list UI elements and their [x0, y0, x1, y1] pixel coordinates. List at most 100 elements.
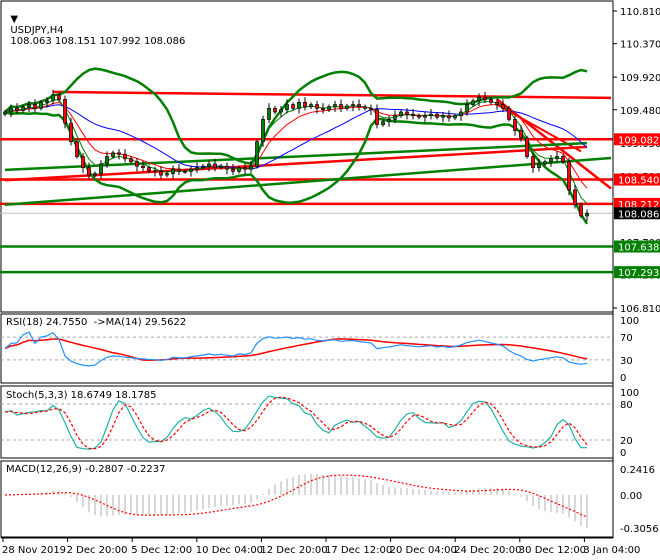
candle-body — [81, 156, 85, 169]
candle-body — [507, 107, 511, 120]
candle-body — [495, 101, 499, 105]
candle-body — [519, 130, 523, 139]
candle-body — [441, 115, 445, 118]
rsi-label: RSI(18) 24.7550 ->MA(14) 29.5622 — [6, 317, 187, 328]
candle-body — [237, 167, 241, 172]
candle-body — [39, 101, 43, 109]
candle-body — [579, 204, 583, 217]
stoch-axis-label: 0 — [620, 448, 626, 459]
rsi-axis-label: 30 — [620, 356, 633, 367]
candle-body — [117, 152, 121, 155]
rsi-axis-label: 70 — [620, 333, 633, 344]
candle-body — [45, 100, 49, 103]
candle-body — [363, 106, 367, 109]
level-badge: 107.293 — [618, 268, 659, 279]
candle-body — [105, 156, 109, 165]
price-tick-label: 110.370 — [620, 40, 660, 51]
time-label: 28 Nov 2019 — [2, 545, 66, 556]
candle-body — [555, 156, 559, 160]
candle-body — [279, 109, 283, 113]
candle-body — [333, 104, 337, 108]
candle-body — [111, 152, 115, 157]
candle-body — [351, 104, 355, 107]
level-badge: 109.082 — [618, 135, 659, 146]
candle-body — [207, 163, 211, 167]
candle-body — [129, 158, 133, 163]
current-price-badge: 108.086 — [618, 209, 659, 220]
time-label: 5 Dec 12:00 — [131, 545, 192, 556]
candle-body — [87, 167, 91, 176]
candle-body — [177, 168, 181, 172]
macd-axis-label: 0.00 — [620, 491, 642, 502]
candle-body — [549, 158, 553, 163]
candle-body — [357, 104, 361, 108]
candle-body — [3, 111, 7, 115]
candle-body — [51, 94, 55, 102]
candle-body — [249, 165, 253, 170]
candle-body — [165, 173, 169, 176]
rsi-axis-label: 0 — [620, 373, 626, 384]
candle-body — [387, 119, 391, 122]
price-tick-label: 109.480 — [620, 106, 660, 117]
candle-body — [183, 171, 187, 173]
symbol-label: USDJPY,H4 — [10, 25, 64, 36]
macd-axis-label: -0.3056 — [620, 524, 659, 535]
candle-body — [471, 100, 475, 105]
candle-body — [459, 111, 463, 117]
candle-body — [567, 161, 571, 191]
time-label: 24 Dec 20:00 — [454, 545, 521, 556]
candle-body — [573, 189, 577, 206]
time-label: 30 Dec 12:00 — [519, 545, 586, 556]
candle-body — [429, 113, 433, 117]
candle-body — [153, 170, 157, 172]
candle-body — [411, 113, 415, 117]
candle-body — [375, 109, 379, 125]
candle-body — [531, 156, 535, 169]
candle-body — [63, 99, 67, 124]
candle-body — [141, 165, 145, 169]
candle-body — [159, 171, 163, 176]
candle-body — [195, 167, 199, 170]
candle-body — [123, 153, 127, 160]
macd-label: MACD(12,26,9) -0.2807 -0.2237 — [6, 464, 166, 475]
candle-body — [15, 107, 19, 111]
candle-body — [69, 122, 73, 143]
candle-body — [369, 107, 373, 111]
candle-body — [447, 115, 451, 119]
candle-body — [219, 165, 223, 169]
candle-body — [171, 168, 175, 174]
candle-body — [255, 141, 259, 167]
candle-body — [513, 119, 517, 131]
candle-body — [537, 163, 541, 169]
candle-body — [483, 96, 487, 100]
candle-body — [27, 104, 31, 108]
candle-body — [201, 165, 205, 169]
candle-body — [291, 104, 295, 109]
candle-body — [99, 163, 103, 174]
candle-body — [453, 115, 457, 119]
candle-body — [405, 111, 409, 115]
candle-body — [189, 168, 193, 172]
candle-body — [267, 107, 271, 120]
candle-body — [327, 106, 331, 111]
candle-body — [231, 168, 235, 172]
chart-canvas: 110.810 110.370 109.920 109.480 106.810 109.0… — [0, 0, 660, 556]
candle-body — [135, 161, 139, 167]
price-tick-label: 106.810 — [620, 304, 660, 315]
stoch-axis-label: 100 — [620, 388, 639, 399]
candle-body — [381, 121, 385, 125]
macd-axis-label: 0.2416 — [620, 465, 655, 476]
candle-body — [243, 167, 247, 170]
candle-body — [525, 137, 529, 157]
candle-body — [465, 104, 469, 113]
candle-body — [21, 106, 25, 111]
price-tick-label: 109.920 — [620, 73, 660, 84]
candle-body — [561, 156, 565, 163]
candle-body — [33, 104, 37, 109]
collapse-triangle-icon[interactable]: ▼ — [10, 14, 18, 25]
candle-body — [57, 94, 61, 100]
candle-body — [477, 96, 481, 102]
candle-body — [585, 212, 589, 217]
chart-header: ▼ USDJPY,H4 108.063 108.151 107.992 108.… — [4, 3, 185, 47]
level-badge: 108.540 — [618, 176, 659, 187]
